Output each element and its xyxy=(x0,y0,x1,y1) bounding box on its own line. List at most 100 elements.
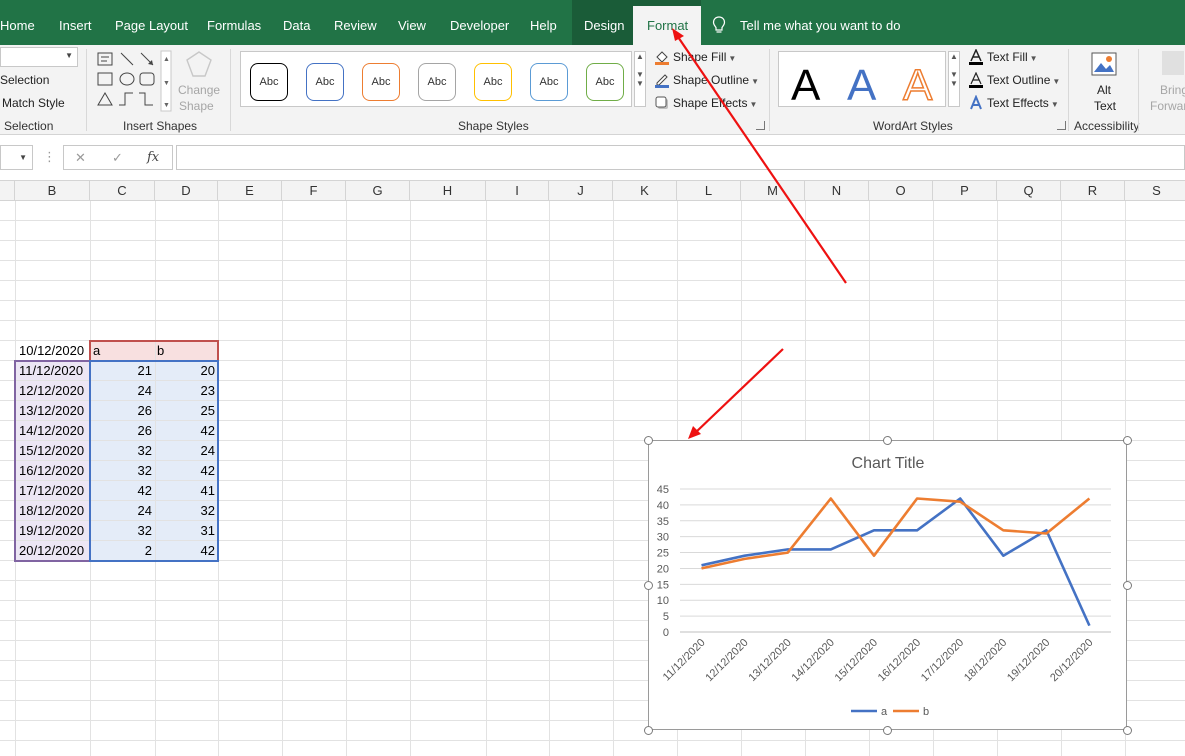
shape-style-preset[interactable]: Abc xyxy=(418,63,456,101)
date-cell[interactable]: 19/12/2020 xyxy=(19,521,84,541)
value-cell[interactable]: 20 xyxy=(155,361,218,381)
value-cell[interactable]: 42 xyxy=(155,461,218,481)
wordart-preset-orange[interactable]: A xyxy=(902,61,933,111)
resize-handle[interactable] xyxy=(1123,581,1132,590)
resize-handle[interactable] xyxy=(883,726,892,735)
value-cell[interactable]: 24 xyxy=(155,441,218,461)
table-header-cell[interactable]: 10/12/2020 xyxy=(19,341,84,361)
resize-handle[interactable] xyxy=(644,581,653,590)
date-cell[interactable]: 14/12/2020 xyxy=(19,421,84,441)
alt-text-button[interactable]: Alt xyxy=(1097,83,1111,97)
gallery-scroll[interactable]: ▲ ▼ ▼ xyxy=(948,51,960,107)
column-header[interactable]: J xyxy=(549,181,613,201)
value-cell[interactable]: 24 xyxy=(90,381,155,401)
date-cell[interactable]: 12/12/2020 xyxy=(19,381,84,401)
tab-view[interactable]: View xyxy=(398,18,426,33)
column-header[interactable]: S xyxy=(1125,181,1185,201)
value-cell[interactable]: 42 xyxy=(155,541,218,561)
table-header-cell[interactable]: b xyxy=(157,341,164,361)
gallery-scroll[interactable]: ▲ ▼ ▼ xyxy=(634,51,646,107)
shape-effects-button[interactable]: Shape Effects ▼ xyxy=(673,96,757,110)
legend-label[interactable]: b xyxy=(923,706,929,718)
change-shape-button[interactable]: Change xyxy=(178,83,220,97)
column-header[interactable]: D xyxy=(155,181,218,201)
value-cell[interactable]: 21 xyxy=(90,361,155,381)
value-cell[interactable]: 31 xyxy=(155,521,218,541)
chart-title[interactable]: Chart Title xyxy=(852,455,925,472)
tab-insert[interactable]: Insert xyxy=(59,18,92,33)
value-cell[interactable]: 23 xyxy=(155,381,218,401)
text-fill-button[interactable]: Text Fill ▼ xyxy=(987,50,1038,64)
resize-handle[interactable] xyxy=(1123,726,1132,735)
column-header[interactable]: G xyxy=(346,181,410,201)
name-box[interactable]: ▼ xyxy=(0,145,33,170)
column-header[interactable]: R xyxy=(1061,181,1125,201)
insert-function-button[interactable]: fx xyxy=(147,150,159,165)
column-header[interactable]: N xyxy=(805,181,869,201)
column-header[interactable]: L xyxy=(677,181,741,201)
date-cell[interactable]: 18/12/2020 xyxy=(19,501,84,521)
selection-dropdown[interactable]: ▼ xyxy=(0,47,78,67)
column-header[interactable]: K xyxy=(613,181,677,201)
value-cell[interactable]: 32 xyxy=(90,461,155,481)
cancel-icon[interactable]: ✕ xyxy=(75,150,86,166)
resize-handle[interactable] xyxy=(883,436,892,445)
value-cell[interactable]: 32 xyxy=(90,441,155,461)
tab-format[interactable]: Format xyxy=(647,18,688,33)
formula-input[interactable] xyxy=(176,145,1185,170)
wordart-gallery[interactable]: A A A xyxy=(778,51,946,111)
wordart-preset-black[interactable]: A xyxy=(791,62,820,110)
select-all-corner[interactable] xyxy=(0,181,15,201)
table-header-cell[interactable]: a xyxy=(93,341,100,361)
date-cell[interactable]: 15/12/2020 xyxy=(19,441,84,461)
tab-home[interactable]: Home xyxy=(0,18,35,33)
series-line-a[interactable] xyxy=(701,497,1091,627)
value-cell[interactable]: 32 xyxy=(155,501,218,521)
resize-handle[interactable] xyxy=(1123,436,1132,445)
wordart-preset-blue[interactable]: A xyxy=(847,62,876,110)
tab-review[interactable]: Review xyxy=(334,18,377,33)
column-header[interactable]: I xyxy=(486,181,549,201)
shape-outline-button[interactable]: Shape Outline ▼ xyxy=(673,73,759,87)
column-header[interactable]: H xyxy=(410,181,486,201)
date-cell[interactable]: 13/12/2020 xyxy=(19,401,84,421)
shape-fill-button[interactable]: Shape Fill ▼ xyxy=(673,50,736,64)
enter-icon[interactable]: ✓ xyxy=(112,150,123,166)
bring-forward-button[interactable]: Bring xyxy=(1160,83,1185,97)
column-header[interactable]: M xyxy=(741,181,805,201)
value-cell[interactable]: 32 xyxy=(90,521,155,541)
date-cell[interactable]: 20/12/2020 xyxy=(19,541,84,561)
format-selection-button[interactable]: Selection xyxy=(0,73,49,87)
value-cell[interactable]: 41 xyxy=(155,481,218,501)
tab-help[interactable]: Help xyxy=(530,18,557,33)
tab-developer[interactable]: Developer xyxy=(450,18,509,33)
column-header[interactable]: F xyxy=(282,181,346,201)
tab-design[interactable]: Design xyxy=(584,18,624,33)
dialog-launcher-icon[interactable] xyxy=(756,121,765,130)
column-header[interactable]: E xyxy=(218,181,282,201)
tab-formulas[interactable]: Formulas xyxy=(207,18,261,33)
dialog-launcher-icon[interactable] xyxy=(1057,121,1066,130)
tab-data[interactable]: Data xyxy=(283,18,310,33)
shape-style-preset[interactable]: Abc xyxy=(250,63,288,101)
text-effects-button[interactable]: Text Effects ▼ xyxy=(987,96,1059,110)
column-header[interactable]: O xyxy=(869,181,933,201)
tell-me-search[interactable]: Tell me what you want to do xyxy=(740,18,900,33)
shape-style-preset[interactable]: Abc xyxy=(362,63,400,101)
tab-page-layout[interactable]: Page Layout xyxy=(115,18,188,33)
shape-style-preset[interactable]: Abc xyxy=(530,63,568,101)
resize-handle[interactable] xyxy=(644,436,653,445)
date-cell[interactable]: 17/12/2020 xyxy=(19,481,84,501)
reset-match-style-button[interactable]: Match Style xyxy=(2,96,65,110)
date-cell[interactable]: 11/12/2020 xyxy=(19,361,83,381)
shape-style-preset[interactable]: Abc xyxy=(306,63,344,101)
legend-label[interactable]: a xyxy=(881,706,888,718)
column-header[interactable]: C xyxy=(90,181,155,201)
value-cell[interactable]: 25 xyxy=(155,401,218,421)
date-cell[interactable]: 16/12/2020 xyxy=(19,461,84,481)
value-cell[interactable]: 42 xyxy=(155,421,218,441)
column-header[interactable]: Q xyxy=(997,181,1061,201)
column-header[interactable]: P xyxy=(933,181,997,201)
value-cell[interactable]: 2 xyxy=(90,541,155,561)
shape-style-preset[interactable]: Abc xyxy=(586,63,624,101)
